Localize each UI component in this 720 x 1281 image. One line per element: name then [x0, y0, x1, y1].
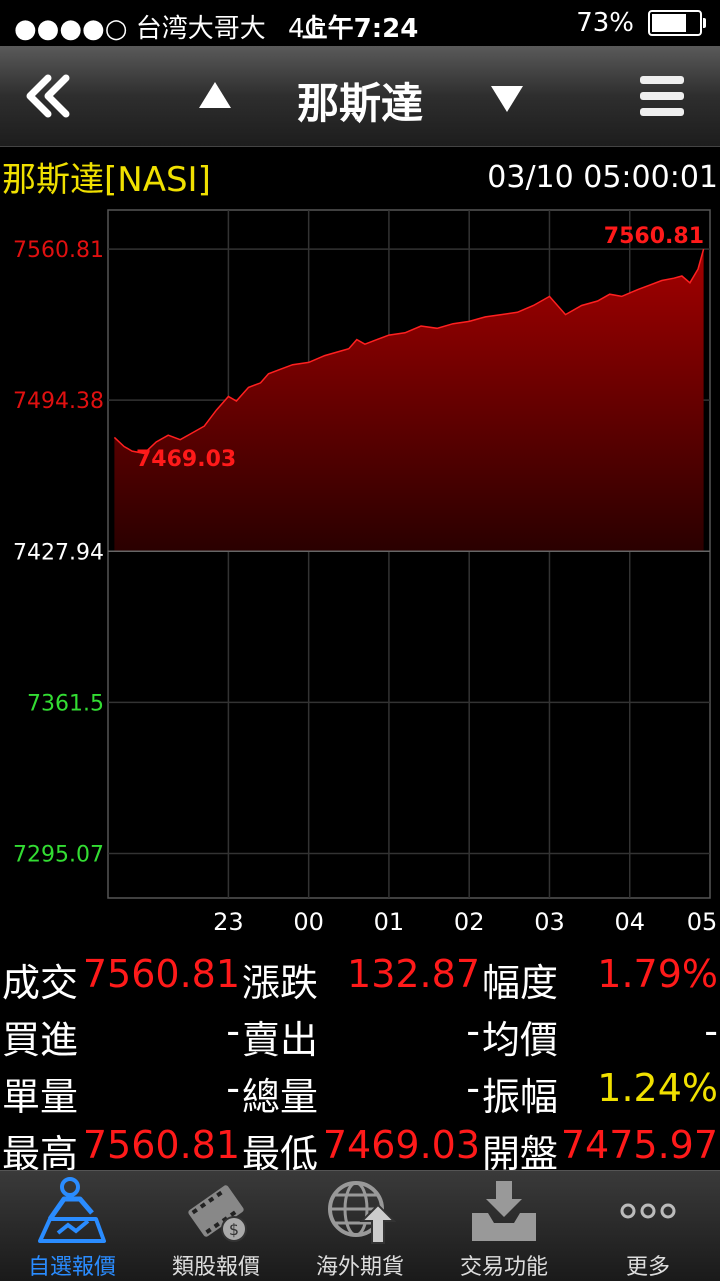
x-tick-label: 03: [534, 908, 565, 936]
quote-value: 1.79%: [597, 952, 718, 996]
tab-bar: 自選報價 $ 類股報價 海外期貨 交易功能 更多: [0, 1170, 720, 1281]
quote-label: 成交: [2, 961, 79, 1005]
tab-label: 更多: [625, 1255, 670, 1280]
quote-value: -: [226, 1066, 240, 1110]
quote-value: -: [466, 1009, 480, 1053]
more-dots-icon: [620, 1203, 676, 1219]
quote-value: 1.24%: [597, 1066, 718, 1110]
tab-label: 類股報價: [171, 1255, 260, 1280]
quote-value: 7469.03: [322, 1123, 480, 1167]
status-bar: ●●●●○ 台湾大哥大 4G 上午7:24 73%: [0, 0, 720, 46]
down-triangle-icon[interactable]: [488, 80, 526, 118]
quote-label: 振幅: [482, 1075, 559, 1119]
x-tick-label: 01: [374, 908, 405, 936]
battery-fill: [652, 14, 686, 32]
quote-row: 成交 7560.81 漲跌 132.87 幅度 1.79%: [0, 948, 720, 1005]
quote-label: 買進: [2, 1018, 79, 1062]
svg-text:$: $: [229, 1220, 239, 1239]
quote-datetime: 03/10 05:00:01: [487, 160, 718, 195]
low-label: 7469.03: [136, 447, 236, 472]
y-tick-label: 7361.5: [27, 691, 104, 716]
x-tick-label: 05: [687, 908, 718, 936]
instrument-name: 那斯達[NASI]: [2, 160, 211, 200]
quote-value: -: [466, 1066, 480, 1110]
x-axis-ticks: 23 00 01 02 03 04 05: [213, 908, 717, 936]
page-title: 那斯達: [296, 79, 423, 128]
x-tick-label: 04: [614, 908, 645, 936]
quote-label: 幅度: [482, 961, 559, 1005]
film-coin-icon: $: [188, 1185, 247, 1242]
tab-watchlist[interactable]: 自選報價: [0, 1171, 144, 1281]
quote-row: 最高 7560.81 最低 7469.03 開盤 7475.97: [0, 1119, 720, 1176]
quote-value: 7560.81: [82, 1123, 240, 1167]
tray-download-icon: [472, 1181, 536, 1241]
quote-label: 漲跌: [242, 961, 319, 1005]
globe-arrow-icon: [328, 1181, 396, 1244]
tab-label: 海外期貨: [315, 1255, 404, 1280]
tab-trading[interactable]: 交易功能: [432, 1171, 576, 1281]
quote-value: 132.87: [347, 952, 480, 996]
intraday-chart[interactable]: 7560.81 7494.38 7427.94 7361.5 7295.07 23 00 0…: [0, 200, 720, 940]
y-axis-ticks: 7560.81 7494.38 7427.94 7361.5 7295.07: [13, 238, 104, 867]
navigation-bar: 那斯達: [0, 46, 720, 147]
y-tick-label: 7295.07: [13, 842, 104, 867]
battery-status: 73%: [576, 8, 706, 38]
quote-value: 7475.97: [560, 1123, 718, 1167]
quote-table: 成交 7560.81 漲跌 132.87 幅度 1.79% 買進 - 賣出 - 均價 - 單量 - 總量 - 振…: [0, 948, 720, 1176]
quote-value: 7560.81: [82, 952, 240, 996]
tab-more[interactable]: 更多: [576, 1171, 720, 1281]
quote-label: 總量: [242, 1075, 319, 1119]
y-tick-label: 7560.81: [13, 238, 104, 263]
tab-sector-quotes[interactable]: $ 類股報價: [144, 1171, 288, 1281]
tab-label: 自選報價: [27, 1255, 116, 1280]
tab-overseas-futures[interactable]: 海外期貨: [288, 1171, 432, 1281]
battery-icon: [648, 10, 706, 36]
quote-row: 單量 - 總量 - 振幅 1.24%: [0, 1062, 720, 1119]
x-tick-label: 00: [293, 908, 324, 936]
quote-label: 均價: [482, 1018, 559, 1062]
quote-row: 買進 - 賣出 - 均價 -: [0, 1005, 720, 1062]
tab-label: 交易功能: [459, 1255, 548, 1280]
x-tick-label: 23: [213, 908, 244, 936]
quote-value: -: [704, 1009, 718, 1053]
high-label: 7560.81: [604, 224, 704, 249]
x-tick-label: 02: [454, 908, 485, 936]
y-tick-label: 7494.38: [13, 389, 104, 414]
person-chart-icon: [38, 1177, 106, 1243]
quote-label: 賣出: [242, 1018, 319, 1062]
battery-percent: 73%: [576, 8, 634, 38]
quote-value: -: [226, 1009, 240, 1053]
y-tick-label: 7427.94: [13, 540, 104, 565]
quote-label: 單量: [2, 1075, 79, 1119]
hamburger-menu-icon[interactable]: [638, 72, 686, 120]
